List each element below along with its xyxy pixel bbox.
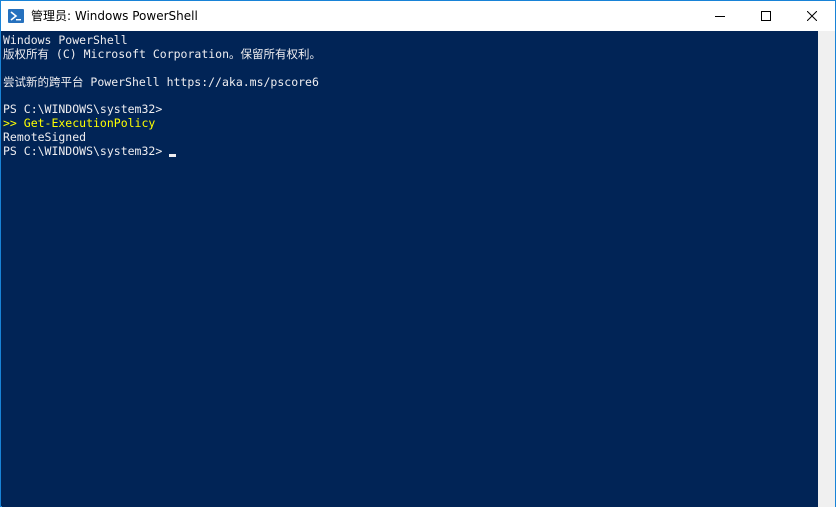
- minimize-icon: [715, 16, 725, 17]
- console-prompt-current: PS C:\WINDOWS\system32>: [3, 144, 177, 158]
- maximize-icon: [761, 11, 771, 21]
- prompt-text: PS C:\WINDOWS\system32>: [3, 144, 163, 158]
- powershell-icon[interactable]: [8, 8, 24, 24]
- close-button[interactable]: [789, 1, 835, 31]
- powershell-window: 管理员: Windows PowerShell Windows PowerShe…: [0, 0, 836, 507]
- vertical-scrollbar[interactable]: [818, 31, 835, 507]
- maximize-button[interactable]: [743, 1, 789, 31]
- console-line: 尝试新的跨平台 PowerShell https://aka.ms/pscore…: [3, 75, 319, 89]
- minimize-button[interactable]: [697, 1, 743, 31]
- text-cursor: [169, 154, 177, 157]
- console-output-line: RemoteSigned: [3, 130, 87, 144]
- console-command: >> Get-ExecutionPolicy: [3, 116, 156, 130]
- console-line: Windows PowerShell: [3, 33, 128, 47]
- close-icon: [807, 11, 817, 21]
- console-line: 版权所有 (C) Microsoft Corporation。保留所有权利。: [3, 47, 322, 61]
- console-prompt: PS C:\WINDOWS\system32>: [3, 102, 163, 116]
- window-title: 管理员: Windows PowerShell: [31, 9, 198, 23]
- title-bar[interactable]: 管理员: Windows PowerShell: [1, 1, 835, 31]
- console-output[interactable]: Windows PowerShell 版权所有 (C) Microsoft Co…: [2, 31, 818, 507]
